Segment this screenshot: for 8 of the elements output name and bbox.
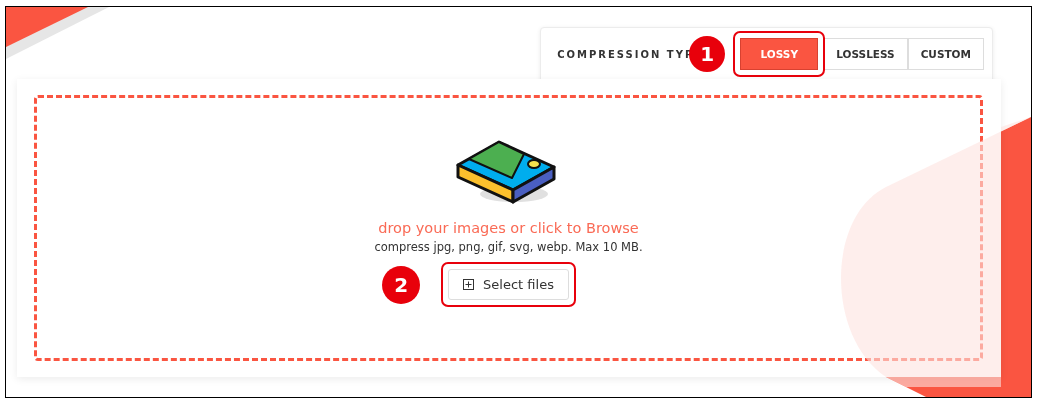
callout-number: 1	[689, 36, 726, 72]
callout-number: 2	[382, 265, 421, 304]
compression-tab[interactable]: CUSTOM	[907, 38, 984, 70]
compression-tab[interactable]: LOSSLESS	[823, 38, 908, 70]
plus-square-icon	[463, 279, 475, 290]
drop-instruction: drop your images or click to Browse	[378, 220, 639, 236]
format-hint: compress jpg, png, gif, svg, webp. Max 10 MB.	[374, 240, 643, 254]
select-files-button[interactable]: Select files	[448, 269, 569, 300]
